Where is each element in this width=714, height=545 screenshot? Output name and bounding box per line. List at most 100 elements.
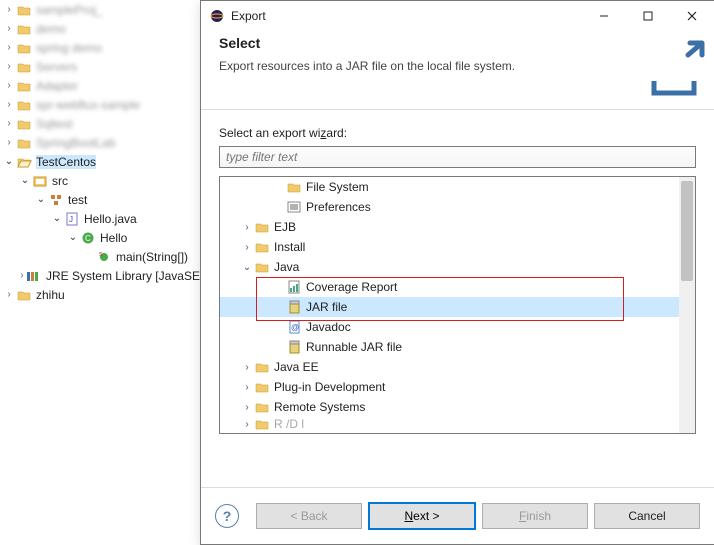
prefs-icon xyxy=(286,199,302,215)
finish-button[interactable]: Finish xyxy=(482,503,588,529)
project-item[interactable]: › sampleProj_ xyxy=(0,0,200,19)
wizard-item-label: Install xyxy=(274,240,305,254)
jar-icon xyxy=(286,299,302,315)
src-folder[interactable]: ⌄ src xyxy=(0,171,200,190)
wizard-description: Export resources into a JAR file on the … xyxy=(219,59,696,73)
next-button[interactable]: Next > xyxy=(368,502,476,530)
method-icon: s xyxy=(96,249,112,265)
package-test[interactable]: ⌄ test xyxy=(0,190,200,209)
svg-text:C: C xyxy=(85,234,91,243)
src-folder-icon xyxy=(32,173,48,189)
svg-text:@: @ xyxy=(291,323,299,332)
java-method-main[interactable]: s main(String[]) xyxy=(0,247,200,266)
folder-icon xyxy=(254,219,270,235)
chevron-right-icon[interactable]: › xyxy=(240,419,254,430)
folder-icon xyxy=(254,239,270,255)
wizard-item[interactable]: File System xyxy=(220,177,679,197)
project-item[interactable]: › SpringBootLab xyxy=(0,133,200,152)
project-explorer[interactable]: › sampleProj_ › demo › spring demo › Ser… xyxy=(0,0,200,544)
wizard-tree[interactable]: File System Preferences › EJB › Install ⌄ Java C… xyxy=(219,176,696,434)
chevron-right-icon[interactable]: › xyxy=(2,118,16,129)
chevron-right-icon[interactable]: › xyxy=(240,402,254,413)
report-icon xyxy=(286,279,302,295)
java-file-hello[interactable]: ⌄ J Hello.java xyxy=(0,209,200,228)
chevron-right-icon[interactable]: › xyxy=(2,137,16,148)
wizard-item[interactable]: › EJB xyxy=(220,217,679,237)
chevron-down-icon[interactable]: ⌄ xyxy=(2,156,16,167)
folder-icon xyxy=(254,399,270,415)
wizard-item-label: EJB xyxy=(274,220,296,234)
wizard-item-label: Java xyxy=(274,260,299,274)
java-class-hello[interactable]: ⌄ C Hello xyxy=(0,228,200,247)
chevron-down-icon[interactable]: ⌄ xyxy=(34,194,48,205)
chevron-right-icon[interactable]: › xyxy=(240,382,254,393)
close-button[interactable] xyxy=(670,2,714,30)
back-button[interactable]: < Back xyxy=(256,503,362,529)
chevron-right-icon[interactable]: › xyxy=(2,23,16,34)
folder-icon xyxy=(16,135,32,151)
folder-icon xyxy=(254,259,270,275)
folder-icon xyxy=(16,78,32,94)
open-folder-icon xyxy=(16,154,32,170)
wizard-item[interactable]: › Install xyxy=(220,237,679,257)
help-button[interactable]: ? xyxy=(215,504,239,528)
javadoc-icon: @ xyxy=(286,319,302,335)
chevron-right-icon[interactable]: › xyxy=(240,362,254,373)
wizard-item-label: Javadoc xyxy=(306,320,351,334)
project-item[interactable]: › Adapter xyxy=(0,76,200,95)
minimize-button[interactable] xyxy=(582,2,626,30)
project-item[interactable]: › Servers xyxy=(0,57,200,76)
wizard-item[interactable]: ›Java EE xyxy=(220,357,679,377)
wizard-item[interactable]: @ Javadoc xyxy=(220,317,679,337)
maximize-button[interactable] xyxy=(626,2,670,30)
chevron-down-icon[interactable]: ⌄ xyxy=(66,232,80,243)
folder-icon xyxy=(16,116,32,132)
wizard-item[interactable]: ⌄ Java xyxy=(220,257,679,277)
chevron-right-icon[interactable]: › xyxy=(240,242,254,253)
export-dialog: Export Select Export resources into a JA… xyxy=(200,0,714,545)
wizard-item[interactable]: Coverage Report xyxy=(220,277,679,297)
jre-system-library[interactable]: › JRE System Library [JavaSE xyxy=(0,266,200,285)
project-item[interactable]: › Sqltest xyxy=(0,114,200,133)
titlebar[interactable]: Export xyxy=(201,1,714,31)
package-icon xyxy=(48,192,64,208)
wizard-item[interactable]: › Remote Systems xyxy=(220,397,679,417)
wizard-item-label: Runnable JAR file xyxy=(306,340,402,354)
chevron-right-icon[interactable]: › xyxy=(2,4,16,15)
chevron-right-icon[interactable]: › xyxy=(2,80,16,91)
chevron-down-icon[interactable]: ⌄ xyxy=(18,175,32,186)
chevron-down-icon[interactable]: ⌄ xyxy=(50,213,64,224)
wizard-footer: ? < Back Next > Finish Cancel xyxy=(201,487,714,544)
wizard-item-label: R /D l xyxy=(274,417,304,431)
wizard-item[interactable]: › R /D l xyxy=(220,417,679,431)
project-item[interactable]: › spr-webflux-sample xyxy=(0,95,200,114)
window-title: Export xyxy=(231,9,582,23)
folder-icon xyxy=(16,97,32,113)
wizard-body: Select an export wizard: File SystemPref… xyxy=(201,110,714,434)
chevron-down-icon[interactable]: ⌄ xyxy=(240,262,254,273)
chevron-right-icon[interactable]: › xyxy=(2,61,16,72)
scrollbar-thumb[interactable] xyxy=(681,181,693,281)
chevron-right-icon[interactable]: › xyxy=(2,99,16,110)
wizard-item[interactable]: JAR file xyxy=(220,297,679,317)
cancel-button[interactable]: Cancel xyxy=(594,503,700,529)
java-file-icon: J xyxy=(64,211,80,227)
scrollbar[interactable] xyxy=(679,177,695,433)
filter-input[interactable] xyxy=(219,146,696,168)
wizard-item[interactable]: Runnable JAR file xyxy=(220,337,679,357)
project-item[interactable]: › demo xyxy=(0,19,200,38)
wizard-item-label: Remote Systems xyxy=(274,400,365,414)
folder-icon xyxy=(286,179,302,195)
chevron-right-icon[interactable]: › xyxy=(2,42,16,53)
wizard-item[interactable]: Preferences xyxy=(220,197,679,217)
project-item[interactable]: › spring demo xyxy=(0,38,200,57)
project-item-testcentos[interactable]: ⌄ TestCentos xyxy=(0,152,200,171)
chevron-right-icon[interactable]: › xyxy=(2,289,16,300)
chevron-right-icon[interactable]: › xyxy=(240,222,254,233)
project-item-zhihu[interactable]: › zhihu xyxy=(0,285,200,304)
wizard-item[interactable]: ›Plug-in Development xyxy=(220,377,679,397)
folder-icon xyxy=(16,2,32,18)
folder-icon xyxy=(16,40,32,56)
wizard-item-label: File System xyxy=(306,180,369,194)
chevron-right-icon[interactable]: › xyxy=(18,270,26,281)
